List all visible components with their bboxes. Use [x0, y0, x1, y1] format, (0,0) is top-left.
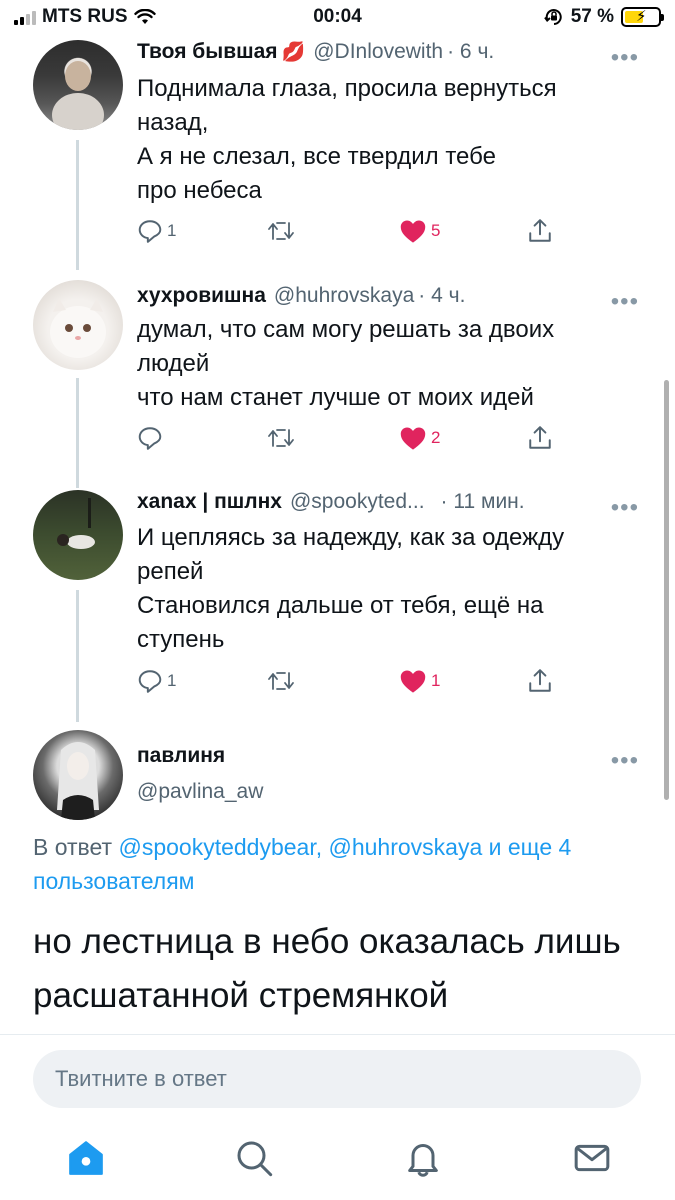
author-handle[interactable]: @huhrovskaya [274, 284, 414, 308]
tab-search[interactable] [234, 1138, 274, 1183]
like-button[interactable]: 1 [399, 668, 440, 694]
share-button[interactable] [527, 668, 553, 694]
thread-line [76, 140, 79, 270]
reply-mentions-link[interactable]: @spookyteddybear, @huhrovskaya и еще 4 п… [33, 834, 571, 894]
avatar[interactable] [33, 730, 123, 820]
like-count: 1 [431, 671, 441, 690]
like-button[interactable]: 2 [399, 425, 440, 451]
like-count: 2 [431, 428, 441, 447]
more-icon[interactable]: ••• [611, 749, 639, 773]
reply-prefix: В ответ [33, 834, 113, 860]
author-name[interactable]: павлиня [137, 744, 225, 768]
lips-emoji-icon: 💋 [281, 42, 306, 63]
author-handle[interactable]: @spookyted... [290, 490, 425, 514]
author-name[interactable]: xanax | пшлнх [137, 490, 282, 514]
notifications-icon [408, 1144, 438, 1177]
like-button[interactable]: 5 [399, 218, 440, 244]
heart-filled-icon [400, 220, 426, 243]
tweet-header: xanax | пшлнх @spookyted... · 11 мин. [137, 490, 655, 514]
reply-button[interactable] [137, 425, 167, 451]
search-icon [237, 1141, 273, 1177]
tweet-time: · 11 мин. [440, 490, 525, 513]
tab-notifications[interactable] [403, 1138, 443, 1183]
more-icon[interactable]: ••• [611, 496, 639, 520]
share-icon [529, 426, 551, 449]
tweet-text: думал, что сам могу решать за двоих люде… [137, 316, 555, 411]
focused-tweet-text: но лестница в небо оказалась лишь расшат… [33, 922, 621, 1015]
retweet-icon [268, 672, 294, 690]
tweet-actions: 1 1 [137, 668, 577, 698]
messages-icon [574, 1144, 610, 1172]
battery-charging-icon: ⚡ [621, 7, 664, 27]
more-icon[interactable]: ••• [611, 290, 639, 314]
reply-icon [138, 670, 162, 693]
reply-context: В ответ @spookyteddybear, @huhrovskaya и… [33, 830, 645, 898]
tab-bar [0, 1130, 675, 1200]
retweet-icon [268, 222, 294, 240]
like-count: 5 [431, 221, 441, 240]
more-icon[interactable]: ••• [611, 46, 639, 70]
avatar[interactable] [33, 490, 123, 580]
reply-button[interactable]: 1 [137, 668, 176, 694]
tweet-time: · 4 ч. [418, 284, 466, 307]
retweet-button[interactable] [267, 218, 299, 244]
bolt-icon: ⚡ [636, 8, 647, 25]
scrollbar[interactable] [664, 380, 669, 800]
status-bar: MTS RUS 00:04 57 % ⚡ [0, 0, 675, 36]
retweet-button[interactable] [267, 425, 299, 451]
home-icon [69, 1141, 103, 1175]
orientation-lock-icon [543, 9, 562, 25]
tweet-header: хухровишна @huhrovskaya · 4 ч. [137, 284, 655, 308]
retweet-icon [268, 429, 294, 447]
heart-filled-icon [400, 427, 426, 450]
author-handle[interactable]: @pavlina_aw [137, 780, 263, 804]
reply-button[interactable]: 1 [137, 218, 176, 244]
reply-count: 1 [167, 221, 177, 240]
avatar[interactable] [33, 280, 123, 370]
tweet-time: · 6 ч. [447, 40, 495, 63]
thread-line [76, 590, 79, 722]
author-handle[interactable]: @DInlovewith [313, 40, 443, 64]
heart-filled-icon [400, 670, 426, 693]
reply-icon [138, 427, 162, 450]
retweet-button[interactable] [267, 668, 299, 694]
tweet-text: Поднимала глаза, просила вернуться назад… [137, 75, 557, 204]
tweet-text: И цепляясь за надежду, как за одежду реп… [137, 524, 565, 653]
battery-percent: 57 % [570, 6, 614, 27]
share-button[interactable] [527, 218, 553, 244]
tweet-header-handle: @pavlina_aw [137, 780, 655, 804]
share-icon [529, 219, 551, 242]
tab-home[interactable] [66, 1138, 106, 1183]
reply-input[interactable]: Твитните в ответ [33, 1050, 641, 1108]
reply-count: 1 [167, 671, 177, 690]
author-name[interactable]: хухровишна [137, 284, 266, 308]
avatar[interactable] [33, 40, 123, 130]
share-icon [529, 669, 551, 692]
divider [0, 1034, 675, 1035]
share-button[interactable] [527, 425, 553, 451]
tweet-header: павлиня [137, 744, 655, 768]
status-right: 57 % ⚡ [543, 6, 664, 28]
tweet-actions: 2 [137, 425, 577, 455]
thread-line [76, 378, 79, 488]
tab-messages[interactable] [572, 1138, 612, 1183]
tweet-header: Твоя бывшая 💋 @DInlovewith · 6 ч. [137, 40, 655, 64]
tweet-actions: 1 5 [137, 218, 577, 248]
author-name[interactable]: Твоя бывшая [137, 40, 278, 64]
reply-icon [138, 220, 162, 243]
